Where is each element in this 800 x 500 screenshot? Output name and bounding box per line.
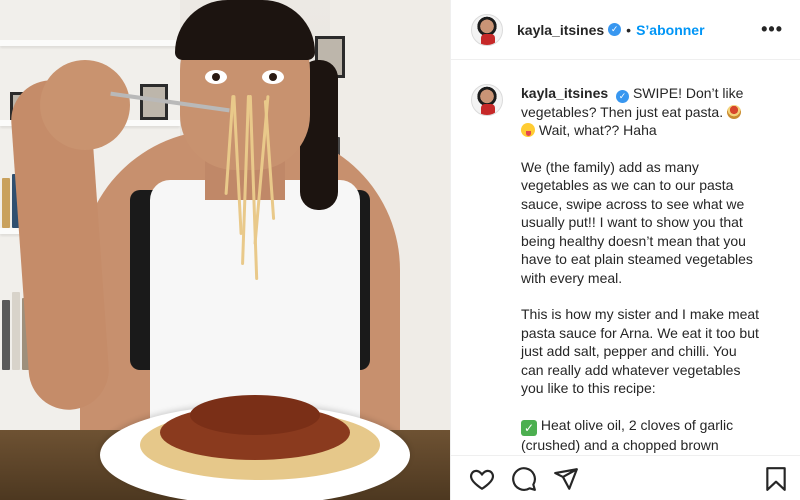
caption-comment: kayla_itsines ✓ SWIPE! Don’t like vegeta… xyxy=(451,60,800,455)
caption-line: Wait, what?? Haha xyxy=(538,122,657,139)
heart-icon[interactable] xyxy=(469,466,495,492)
caption-username[interactable]: kayla_itsines xyxy=(521,85,608,101)
tongue-out-emoji-icon xyxy=(521,123,535,138)
eye xyxy=(262,70,284,84)
bolognese-sauce xyxy=(190,395,320,435)
avatar[interactable] xyxy=(471,84,503,116)
eye xyxy=(205,70,227,84)
spaghetti-emoji-icon xyxy=(727,104,741,119)
avatar[interactable] xyxy=(471,13,503,46)
header-username[interactable]: kayla_itsines xyxy=(517,22,604,38)
post-header: kayla_itsines ✓ • S’abonner ••• xyxy=(451,0,800,60)
verified-badge-icon: ✓ xyxy=(608,23,622,36)
follow-button[interactable]: S’abonner xyxy=(636,22,704,38)
person-hand xyxy=(40,60,130,150)
shelf-board xyxy=(0,40,180,46)
comment-icon[interactable] xyxy=(511,466,537,492)
caption-paragraph: This is how my sister and I make meat pa… xyxy=(521,306,760,397)
post-photo[interactable] xyxy=(0,0,450,500)
check-mark-emoji-icon: ✓ xyxy=(521,420,537,436)
verified-badge-icon: ✓ xyxy=(616,89,630,103)
more-options-icon[interactable]: ••• xyxy=(761,20,783,38)
bookmark-icon[interactable] xyxy=(763,466,789,492)
action-bar xyxy=(451,455,800,500)
header-separator: • xyxy=(626,21,632,38)
person-hair xyxy=(175,0,315,60)
caption-text: kayla_itsines ✓ SWIPE! Don’t like vegeta… xyxy=(521,84,761,455)
share-icon[interactable] xyxy=(553,466,579,492)
caption-paragraph-step: ✓ Heat olive oil, 2 cloves of garlic (cr… xyxy=(521,416,761,455)
caption-step-text: Heat olive oil, 2 cloves of garlic (crus… xyxy=(521,416,734,453)
post-side-panel: kayla_itsines ✓ • S’abonner ••• kayla_it… xyxy=(450,0,800,500)
caption-paragraph: We (the family) add as many vegetables a… xyxy=(521,158,753,286)
